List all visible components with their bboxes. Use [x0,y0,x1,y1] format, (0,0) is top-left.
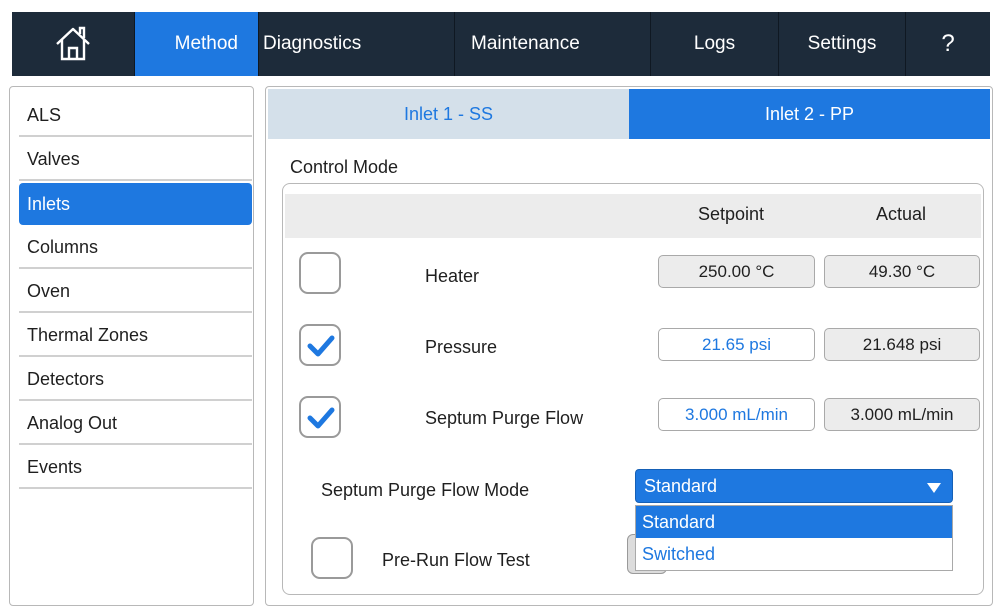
purge-mode-option-switched[interactable]: Switched [636,538,952,570]
septum-purge-flow-setpoint-field[interactable]: 3.000 mL/min [658,398,815,431]
nav-tab-method[interactable]: Method [135,12,259,76]
sidebar-item-columns[interactable]: Columns [19,227,252,269]
checkmark-icon [307,407,335,429]
sidebar-item-events[interactable]: Events [19,447,252,489]
home-icon [56,26,90,61]
heater-setpoint-field[interactable]: 250.00 °C [658,255,815,288]
heater-label: Heater [425,266,480,286]
tab-inlet-1[interactable]: Inlet 1 - SS [268,89,629,139]
purge-mode-label: Septum Purge Flow Mode [321,480,530,500]
top-nav: Method Diagnostics Maintenance Logs Sett… [12,12,990,76]
septum-purge-flow-checkbox[interactable] [299,396,341,438]
checkmark-icon [307,335,335,357]
sidebar: ALS Valves Inlets Columns Oven Thermal Z… [9,86,254,606]
nav-tab-maintenance[interactable]: Maintenance [455,12,651,76]
purge-mode-option-standard[interactable]: Standard [636,506,952,538]
inlet-tabs: Inlet 1 - SS Inlet 2 - PP [268,89,990,139]
nav-tab-logs[interactable]: Logs [651,12,779,76]
control-mode-title: Control Mode [290,157,399,177]
pressure-checkbox[interactable] [299,324,341,366]
sidebar-item-valves[interactable]: Valves [19,139,252,181]
control-mode-box: Setpoint Actual Heater 250.00 °C 49.30 °… [282,183,984,595]
septum-purge-flow-actual-value: 3.000 mL/min [824,398,980,431]
prerun-flow-test-checkbox[interactable] [311,537,353,579]
sidebar-item-inlets[interactable]: Inlets [19,183,252,225]
nav-tab-settings[interactable]: Settings [779,12,906,76]
prerun-flow-test-label: Pre-Run Flow Test [382,550,530,570]
pressure-actual-value: 21.648 psi [824,328,980,361]
chevron-down-icon [927,483,941,493]
pressure-label: Pressure [425,337,498,357]
sidebar-item-analog-out[interactable]: Analog Out [19,403,252,445]
sidebar-item-oven[interactable]: Oven [19,271,252,313]
home-button[interactable] [12,12,135,76]
purge-mode-dropdown: Standard Switched [635,505,953,571]
sidebar-item-als[interactable]: ALS [19,95,252,137]
setpoint-header: Setpoint [698,204,765,224]
pressure-setpoint-field[interactable]: 21.65 psi [658,328,815,361]
main-panel: Inlet 1 - SS Inlet 2 - PP Control Mode S… [265,86,993,606]
sidebar-item-thermal-zones[interactable]: Thermal Zones [19,315,252,357]
tab-inlet-2[interactable]: Inlet 2 - PP [629,89,990,139]
purge-mode-selected-value: Standard [644,475,718,496]
heater-actual-value: 49.30 °C [824,255,980,288]
septum-purge-flow-label: Septum Purge Flow [425,408,584,428]
heater-checkbox[interactable] [299,252,341,294]
actual-header: Actual [876,204,927,224]
nav-tab-diagnostics[interactable]: Diagnostics [259,12,455,76]
help-button[interactable]: ? [906,12,990,76]
purge-mode-select[interactable]: Standard [635,469,953,503]
sidebar-item-detectors[interactable]: Detectors [19,359,252,401]
